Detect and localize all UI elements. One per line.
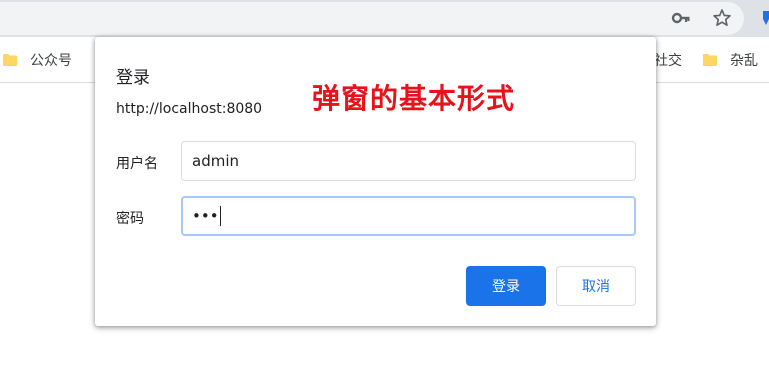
dialog-title: 登录 xyxy=(116,68,150,88)
folder-icon xyxy=(703,54,717,66)
key-icon[interactable] xyxy=(671,8,691,28)
browser-window: 公众号 社交 杂乱 登录 http://localhost:8080 弹窗的基本… xyxy=(0,0,769,368)
bookmark-folder-gongzhonghao[interactable]: 公众号 xyxy=(2,49,72,71)
text-caret xyxy=(219,206,221,226)
address-bar[interactable] xyxy=(0,2,744,35)
http-auth-dialog: 登录 http://localhost:8080 弹窗的基本形式 用户名 adm… xyxy=(95,37,656,326)
extension-icon[interactable] xyxy=(761,11,769,25)
username-input[interactable]: admin xyxy=(181,141,636,181)
cancel-button[interactable]: 取消 xyxy=(556,266,636,306)
password-mask: ••• xyxy=(192,207,219,225)
bookmark-label: 社交 xyxy=(654,53,682,69)
bookmark-label: 杂乱 xyxy=(730,53,758,69)
username-value: admin xyxy=(192,152,239,170)
folder-icon xyxy=(3,54,17,66)
bookmark-label: 公众号 xyxy=(30,53,72,69)
star-icon[interactable] xyxy=(712,8,732,28)
username-label: 用户名 xyxy=(116,156,158,172)
annotation-caption: 弹窗的基本形式 xyxy=(312,82,516,115)
dialog-origin: http://localhost:8080 xyxy=(116,101,263,117)
password-input[interactable]: ••• xyxy=(181,196,636,236)
login-button[interactable]: 登录 xyxy=(466,266,546,306)
bookmark-folder-social[interactable]: 社交 xyxy=(654,49,682,71)
browser-toolbar xyxy=(0,0,769,37)
password-label: 密码 xyxy=(116,211,144,227)
bookmark-folder-misc[interactable]: 杂乱 xyxy=(702,49,758,71)
